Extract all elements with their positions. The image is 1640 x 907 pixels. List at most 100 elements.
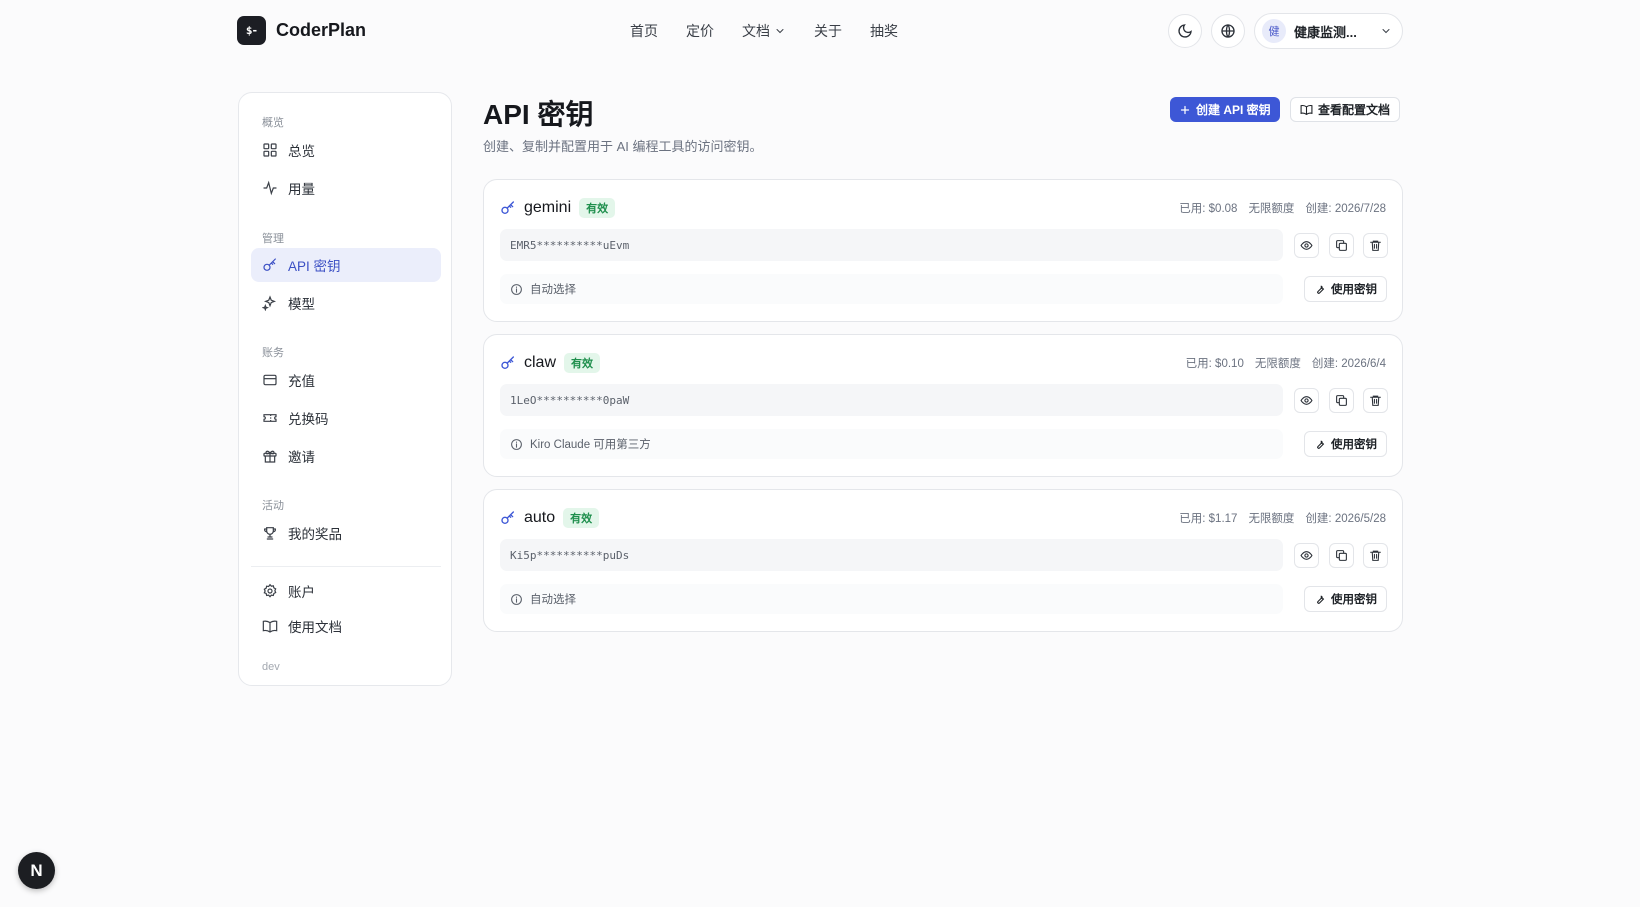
masked-key-field[interactable]: 1LeO**********0paW (500, 384, 1283, 416)
key-card-header: gemini 有效 (500, 198, 616, 218)
sidebar-item-label: 兑换码 (288, 412, 329, 427)
masked-key-field[interactable]: EMR5**********uEvm (500, 229, 1283, 261)
key-meta: 已用: $0.08 无限额度 创建: 2026/7/28 (1179, 200, 1386, 216)
book-icon (262, 620, 278, 633)
nav-docs-label: 文档 (742, 23, 770, 39)
sidebar-item-label: 邀请 (288, 450, 315, 465)
sidebar-item-account[interactable]: 账户 (251, 574, 441, 608)
ticket-icon (263, 414, 277, 422)
sidebar-item-api-keys[interactable]: API 密钥 (251, 248, 441, 282)
sparkles-icon (262, 295, 277, 311)
gift-icon (263, 450, 277, 463)
activity-icon (263, 180, 277, 196)
nav-pricing[interactable]: 定价 (686, 21, 714, 41)
sidebar-item-label: 账户 (288, 585, 315, 600)
sidebar-item-models[interactable]: 模型 (251, 286, 441, 320)
key-created: 创建: 2026/5/28 (1305, 513, 1386, 525)
view-docs-button[interactable]: 查看配置文档 (1290, 97, 1401, 122)
sidebar-divider (251, 566, 441, 567)
eye-icon (1300, 396, 1313, 405)
key-card-header: auto 有效 (500, 508, 600, 528)
language-button[interactable] (1211, 14, 1245, 48)
key-created: 创建: 2026/6/4 (1311, 358, 1386, 370)
info-icon (511, 283, 522, 295)
key-note: 自动选择 (500, 584, 1283, 614)
top-navbar: $- CoderPlan 首页 定价 文档 关于 抽奖 健 健康监测... (0, 0, 1640, 62)
key-used: 已用: $1.17 (1179, 513, 1238, 525)
sidebar-item-overview[interactable]: 总览 (251, 133, 441, 167)
page-subtitle: 创建、复制并配置用于 AI 编程工具的访问密钥。 (483, 139, 763, 154)
brand-logo[interactable]: $- CoderPlan (237, 16, 366, 45)
sidebar-item-redeem[interactable]: 兑换码 (251, 401, 441, 435)
key-icon (501, 356, 514, 369)
key-created: 创建: 2026/7/28 (1305, 203, 1386, 215)
create-api-key-label: 创建 API 密钥 (1196, 103, 1271, 117)
sidebar-item-label: 充值 (288, 374, 315, 389)
trophy-icon (263, 527, 277, 540)
globe-icon (1221, 24, 1235, 38)
sidebar-group-activity: 活动 (262, 500, 284, 512)
dev-tools-badge[interactable]: N (18, 852, 55, 889)
create-api-key-button[interactable]: 创建 API 密钥 (1170, 97, 1280, 122)
use-key-button[interactable]: 使用密钥 (1304, 276, 1387, 302)
reveal-key-button[interactable] (1294, 543, 1319, 568)
key-note: 自动选择 (500, 274, 1283, 304)
key-note: Kiro Claude 可用第三方 (500, 429, 1283, 459)
page-title: API 密钥 (483, 99, 594, 130)
api-key-card: claw 有效 已用: $0.10 无限额度 创建: 2026/6/4 1LeO… (483, 334, 1403, 477)
info-icon (511, 593, 522, 605)
gear-icon (263, 583, 277, 598)
nav-home[interactable]: 首页 (630, 21, 658, 41)
delete-key-button[interactable] (1363, 233, 1388, 258)
use-key-button[interactable]: 使用密钥 (1304, 586, 1387, 612)
delete-key-button[interactable] (1363, 543, 1388, 568)
nav-lottery[interactable]: 抽奖 (870, 21, 898, 41)
user-name: 健康监测... (1294, 24, 1357, 40)
trash-icon (1370, 240, 1381, 251)
sidebar-item-label: 模型 (288, 297, 315, 312)
trash-icon (1370, 395, 1381, 406)
grid-icon (263, 143, 277, 157)
sidebar-item-invite[interactable]: 邀请 (251, 439, 441, 473)
key-used: 已用: $0.08 (1179, 203, 1238, 215)
reveal-key-button[interactable] (1294, 388, 1319, 413)
eye-icon (1300, 551, 1313, 560)
sidebar-item-label: API 密钥 (288, 259, 341, 274)
copy-key-button[interactable] (1329, 233, 1354, 258)
status-badge: 有效 (564, 353, 601, 373)
key-name: claw (524, 354, 557, 371)
key-note-text: 自动选择 (530, 594, 576, 606)
eye-icon (1300, 241, 1313, 250)
sidebar-item-label: 总览 (288, 144, 315, 159)
copy-key-button[interactable] (1329, 543, 1354, 568)
nav-docs[interactable]: 文档 (742, 21, 786, 41)
book-icon (1300, 104, 1313, 116)
copy-icon (1336, 395, 1347, 406)
theme-toggle-button[interactable] (1168, 14, 1202, 48)
copy-key-button[interactable] (1329, 388, 1354, 413)
sidebar-item-recharge[interactable]: 充值 (251, 363, 441, 397)
key-name: gemini (524, 199, 572, 216)
sidebar-item-docs[interactable]: 使用文档 (251, 609, 441, 643)
key-icon (501, 511, 514, 524)
key-quota: 无限额度 (1254, 358, 1301, 370)
key-quota: 无限额度 (1248, 203, 1295, 215)
status-badge: 有效 (579, 198, 616, 218)
user-menu[interactable]: 健 健康监测... (1254, 13, 1403, 49)
main-nav: 首页 定价 文档 关于 抽奖 (630, 21, 898, 41)
sidebar-item-label: 使用文档 (288, 620, 342, 635)
reveal-key-button[interactable] (1294, 233, 1319, 258)
key-meta: 已用: $1.17 无限额度 创建: 2026/5/28 (1179, 510, 1386, 526)
sidebar-item-label: 我的奖品 (288, 527, 342, 542)
delete-key-button[interactable] (1363, 388, 1388, 413)
use-key-label: 使用密钥 (1331, 594, 1377, 606)
use-key-button[interactable]: 使用密钥 (1304, 431, 1387, 457)
copy-icon (1336, 550, 1347, 561)
key-note-text: Kiro Claude 可用第三方 (530, 439, 651, 451)
sidebar-item-prizes[interactable]: 我的奖品 (251, 516, 441, 550)
masked-key-field[interactable]: Ki5p**********puDs (500, 539, 1283, 571)
view-docs-label: 查看配置文档 (1318, 103, 1391, 117)
nav-about[interactable]: 关于 (814, 21, 842, 41)
sidebar-item-usage[interactable]: 用量 (251, 171, 441, 205)
env-label: dev (262, 661, 280, 673)
